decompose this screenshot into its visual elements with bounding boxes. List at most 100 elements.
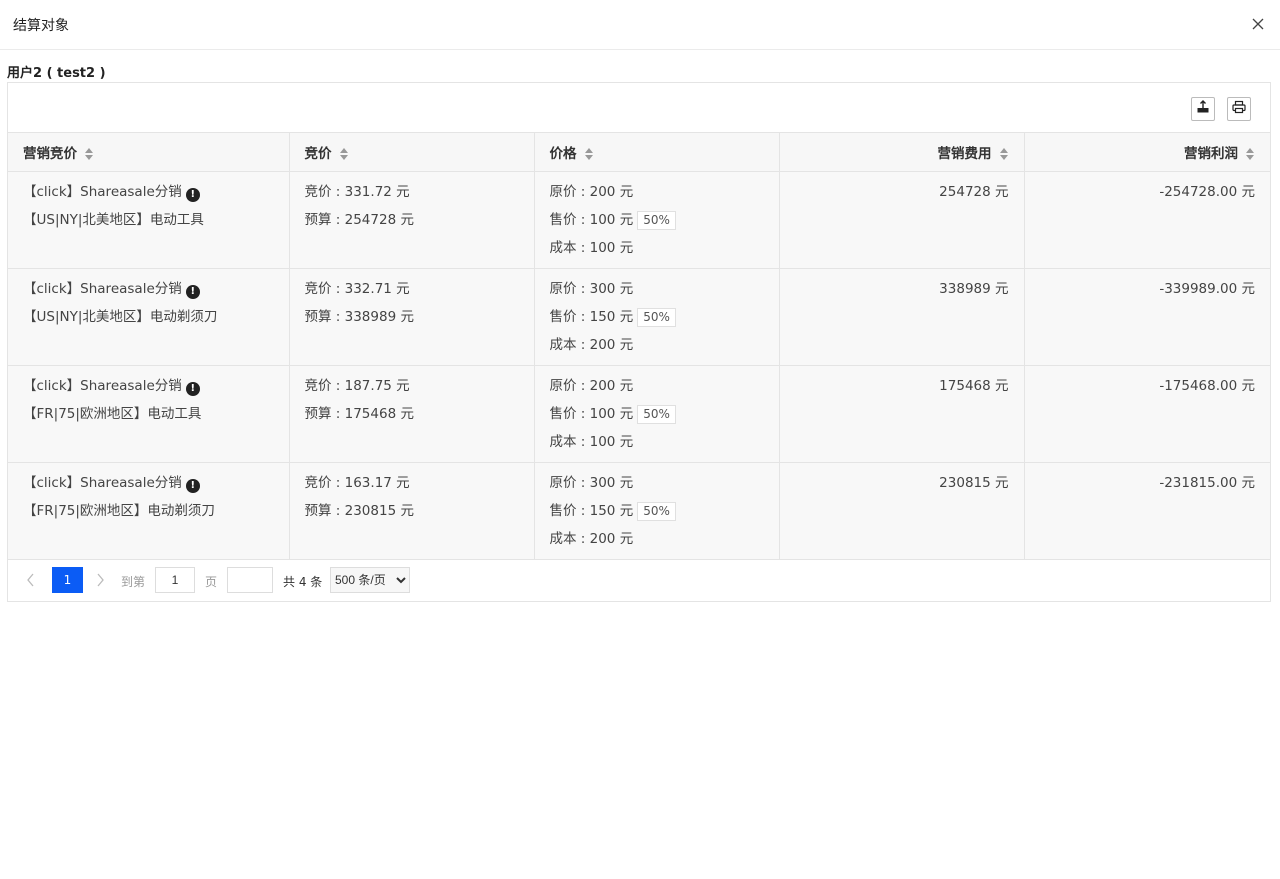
- original-price: 原价 : 300 元: [549, 281, 634, 297]
- cost-value: 成本 : 200 元: [549, 531, 634, 547]
- table-row: 【click】Shareasale分销! 【FR|75|欧洲地区】电动工具 竞价…: [8, 365, 1270, 463]
- cell-marketing-fee: 338989 元: [779, 268, 1025, 366]
- marketing-profit: -175468.00 元: [1159, 378, 1255, 394]
- bid-value: 竞价 : 331.72 元: [304, 184, 410, 200]
- sale-price: 售价 : 100 元: [549, 212, 634, 228]
- table-toolbar: [8, 83, 1270, 133]
- sale-price: 售价 : 150 元: [549, 503, 634, 519]
- total-count: 共 4 条: [283, 575, 323, 589]
- sort-icon[interactable]: [85, 148, 94, 160]
- cell-marketing-fee: 254728 元: [779, 171, 1025, 269]
- cell-campaign: 【click】Shareasale分销! 【US|NY|北美地区】电动剃须刀: [8, 268, 290, 366]
- campaign-name: 【click】Shareasale分销: [23, 475, 182, 491]
- bid-value: 竞价 : 187.75 元: [304, 378, 410, 394]
- sort-icon[interactable]: [584, 148, 594, 160]
- cell-price: 原价 : 300 元 售价 : 150 元 50% 成本 : 200 元: [534, 268, 780, 366]
- table-row: 【click】Shareasale分销! 【US|NY|北美地区】电动剃须刀 竞…: [8, 268, 1270, 366]
- chevron-right-icon[interactable]: [95, 573, 105, 591]
- cost-value: 成本 : 200 元: [549, 337, 634, 353]
- section-title: 用户2 ( test2 ): [7, 66, 106, 81]
- current-page-button[interactable]: 1: [52, 567, 83, 593]
- discount-badge: 50%: [637, 405, 676, 424]
- jump-page-input[interactable]: [227, 567, 273, 593]
- page-label: 页: [205, 575, 218, 589]
- cell-marketing-fee: 175468 元: [779, 365, 1025, 463]
- campaign-region: 【FR|75|欧洲地区】电动工具: [23, 406, 202, 422]
- print-icon: [1232, 100, 1246, 118]
- print-button[interactable]: [1227, 97, 1251, 121]
- discount-badge: 50%: [637, 211, 676, 230]
- campaign-name: 【click】Shareasale分销: [23, 281, 182, 297]
- cell-bid: 竞价 : 331.72 元 预算 : 254728 元: [289, 171, 535, 269]
- marketing-fee: 230815 元: [939, 475, 1009, 491]
- dialog-header: 结算对象: [0, 0, 1280, 50]
- column-header-price[interactable]: 价格: [534, 133, 780, 172]
- sort-icon[interactable]: [339, 148, 349, 160]
- campaign-name: 【click】Shareasale分销: [23, 378, 182, 394]
- marketing-profit: -254728.00 元: [1159, 184, 1255, 200]
- column-header-campaign[interactable]: 营销竞价: [8, 133, 290, 172]
- info-icon[interactable]: !: [185, 479, 200, 493]
- close-icon[interactable]: [1250, 16, 1266, 32]
- export-icon: [1196, 100, 1210, 118]
- dialog-title: 结算对象: [13, 18, 69, 34]
- cell-bid: 竞价 : 187.75 元 预算 : 175468 元: [289, 365, 535, 463]
- cost-value: 成本 : 100 元: [549, 240, 634, 256]
- cell-bid: 竞价 : 163.17 元 预算 : 230815 元: [289, 462, 535, 560]
- campaign-region: 【FR|75|欧洲地区】电动剃须刀: [23, 503, 215, 519]
- info-icon[interactable]: !: [185, 188, 200, 202]
- table-row: 【click】Shareasale分销! 【US|NY|北美地区】电动工具 竞价…: [8, 171, 1270, 269]
- goto-page-input[interactable]: [155, 567, 195, 593]
- budget-value: 预算 : 254728 元: [304, 212, 414, 228]
- data-table: 营销竞价 竞价 价格 营销费用 营销利润 【click】Shareasale分销…: [8, 133, 1270, 560]
- campaign-region: 【US|NY|北美地区】电动工具: [23, 212, 204, 228]
- marketing-fee: 175468 元: [939, 378, 1009, 394]
- column-header-marketing-fee[interactable]: 营销费用: [779, 133, 1025, 172]
- cell-marketing-fee: 230815 元: [779, 462, 1025, 560]
- original-price: 原价 : 200 元: [549, 184, 634, 200]
- cell-bid: 竞价 : 332.71 元 预算 : 338989 元: [289, 268, 535, 366]
- chevron-left-icon[interactable]: [26, 573, 36, 591]
- cell-profit: -231815.00 元: [1024, 462, 1270, 560]
- sale-price: 售价 : 100 元: [549, 406, 634, 422]
- page-size-select[interactable]: 500 条/页: [330, 567, 410, 593]
- campaign-name: 【click】Shareasale分销: [23, 184, 182, 200]
- cell-campaign: 【click】Shareasale分销! 【US|NY|北美地区】电动工具: [8, 171, 290, 269]
- export-button[interactable]: [1191, 97, 1215, 121]
- marketing-fee: 254728 元: [939, 184, 1009, 200]
- cell-profit: -175468.00 元: [1024, 365, 1270, 463]
- original-price: 原价 : 200 元: [549, 378, 634, 394]
- column-header-profit[interactable]: 营销利润: [1024, 133, 1270, 172]
- sort-icon[interactable]: [999, 148, 1009, 160]
- cell-campaign: 【click】Shareasale分销! 【FR|75|欧洲地区】电动工具: [8, 365, 290, 463]
- cell-campaign: 【click】Shareasale分销! 【FR|75|欧洲地区】电动剃须刀: [8, 462, 290, 560]
- budget-value: 预算 : 230815 元: [304, 503, 414, 519]
- table-row: 【click】Shareasale分销! 【FR|75|欧洲地区】电动剃须刀 竞…: [8, 462, 1270, 560]
- info-icon[interactable]: !: [185, 382, 200, 396]
- info-icon[interactable]: !: [185, 285, 200, 299]
- pagination: 1 到第 页 共 4 条 500 条/页: [8, 560, 1270, 601]
- budget-value: 预算 : 175468 元: [304, 406, 414, 422]
- cell-profit: -339989.00 元: [1024, 268, 1270, 366]
- marketing-profit: -339989.00 元: [1159, 281, 1255, 297]
- marketing-fee: 338989 元: [939, 281, 1009, 297]
- sale-price: 售价 : 150 元: [549, 309, 634, 325]
- bid-value: 竞价 : 163.17 元: [304, 475, 410, 491]
- discount-badge: 50%: [637, 502, 676, 521]
- table-panel: 营销竞价 竞价 价格 营销费用 营销利润 【click】Shareasale分销…: [7, 82, 1271, 602]
- column-header-bid[interactable]: 竞价: [289, 133, 535, 172]
- budget-value: 预算 : 338989 元: [304, 309, 414, 325]
- cost-value: 成本 : 100 元: [549, 434, 634, 450]
- sort-icon[interactable]: [1246, 148, 1255, 160]
- bid-value: 竞价 : 332.71 元: [304, 281, 410, 297]
- table-header-row: 营销竞价 竞价 价格 营销费用 营销利润: [8, 133, 1270, 172]
- original-price: 原价 : 300 元: [549, 475, 634, 491]
- campaign-region: 【US|NY|北美地区】电动剃须刀: [23, 309, 218, 325]
- cell-profit: -254728.00 元: [1024, 171, 1270, 269]
- cell-price: 原价 : 200 元 售价 : 100 元 50% 成本 : 100 元: [534, 365, 780, 463]
- cell-price: 原价 : 200 元 售价 : 100 元 50% 成本 : 100 元: [534, 171, 780, 269]
- marketing-profit: -231815.00 元: [1159, 475, 1255, 491]
- goto-label: 到第: [121, 575, 146, 589]
- discount-badge: 50%: [637, 308, 676, 327]
- cell-price: 原价 : 300 元 售价 : 150 元 50% 成本 : 200 元: [534, 462, 780, 560]
